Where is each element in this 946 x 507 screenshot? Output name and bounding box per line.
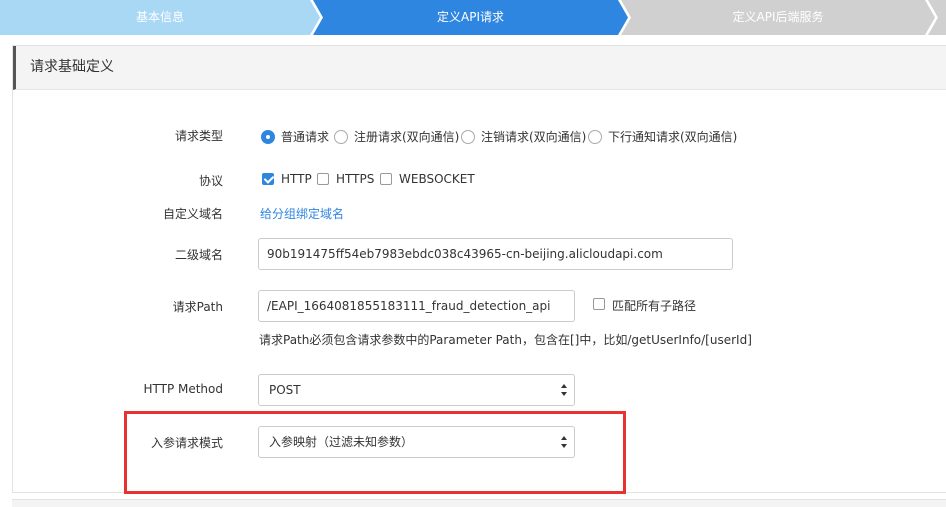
radio-unregister-request-label: 注销请求(双向通信) — [481, 130, 587, 144]
checkbox-http[interactable] — [262, 173, 274, 185]
path-label: 请求Path — [172, 300, 223, 314]
checkbox-http-label: HTTP — [281, 172, 312, 186]
panel-title: 请求基础定义 — [30, 59, 114, 75]
http-method-value: POST — [269, 383, 301, 397]
checkbox-https-label: HTTPS — [336, 172, 375, 186]
subdomain-field: 90b191475ff54eb7983ebdc038c43965-cn-beij… — [258, 238, 733, 270]
path-hint: 请求Path必须包含请求参数中的Parameter Path，包含在[]中，比如… — [259, 333, 752, 347]
step-define-backend[interactable]: 定义API后端服务 — [621, 0, 935, 35]
request-type-label: 请求类型 — [174, 129, 223, 143]
step-define-request[interactable]: 定义API请求 — [313, 0, 628, 35]
radio-notify-request-label: 下行通知请求(双向通信) — [608, 130, 738, 144]
path-input[interactable]: /EAPI_1664081855183111_fraud_detection_a… — [258, 290, 575, 322]
checkbox-https[interactable] — [317, 173, 329, 185]
radio-register-request-label: 注册请求(双向通信) — [354, 130, 460, 144]
radio-notify-request[interactable] — [588, 130, 602, 144]
panel-header: 请求基础定义 — [13, 46, 946, 90]
highlight-box — [124, 411, 626, 494]
checkbox-websocket-label: WEBSOCKET — [399, 172, 475, 186]
checkbox-websocket[interactable] — [380, 173, 392, 185]
bind-domain-link[interactable]: 给分组绑定域名 — [260, 205, 344, 222]
checkbox-match-all-subpaths[interactable] — [593, 298, 605, 310]
step-bar: 基本信息 定义API请求 定义API后端服务 — [0, 0, 946, 35]
match-all-subpaths-label: 匹配所有子路径 — [612, 299, 697, 313]
next-panel-edge — [12, 499, 946, 507]
updown-arrow-icon — [561, 384, 567, 396]
step-basic-info[interactable]: 基本信息 — [0, 0, 320, 35]
radio-normal-request[interactable] — [261, 130, 275, 144]
radio-unregister-request[interactable] — [461, 130, 475, 144]
http-method-select[interactable]: POST — [258, 374, 575, 406]
custom-domain-label: 自定义域名 — [162, 207, 223, 221]
http-method-label: HTTP Method — [143, 382, 223, 396]
protocol-label: 协议 — [198, 174, 223, 188]
radio-register-request[interactable] — [334, 130, 348, 144]
subdomain-label: 二级域名 — [174, 248, 223, 262]
radio-normal-request-label: 普通请求 — [281, 130, 330, 144]
